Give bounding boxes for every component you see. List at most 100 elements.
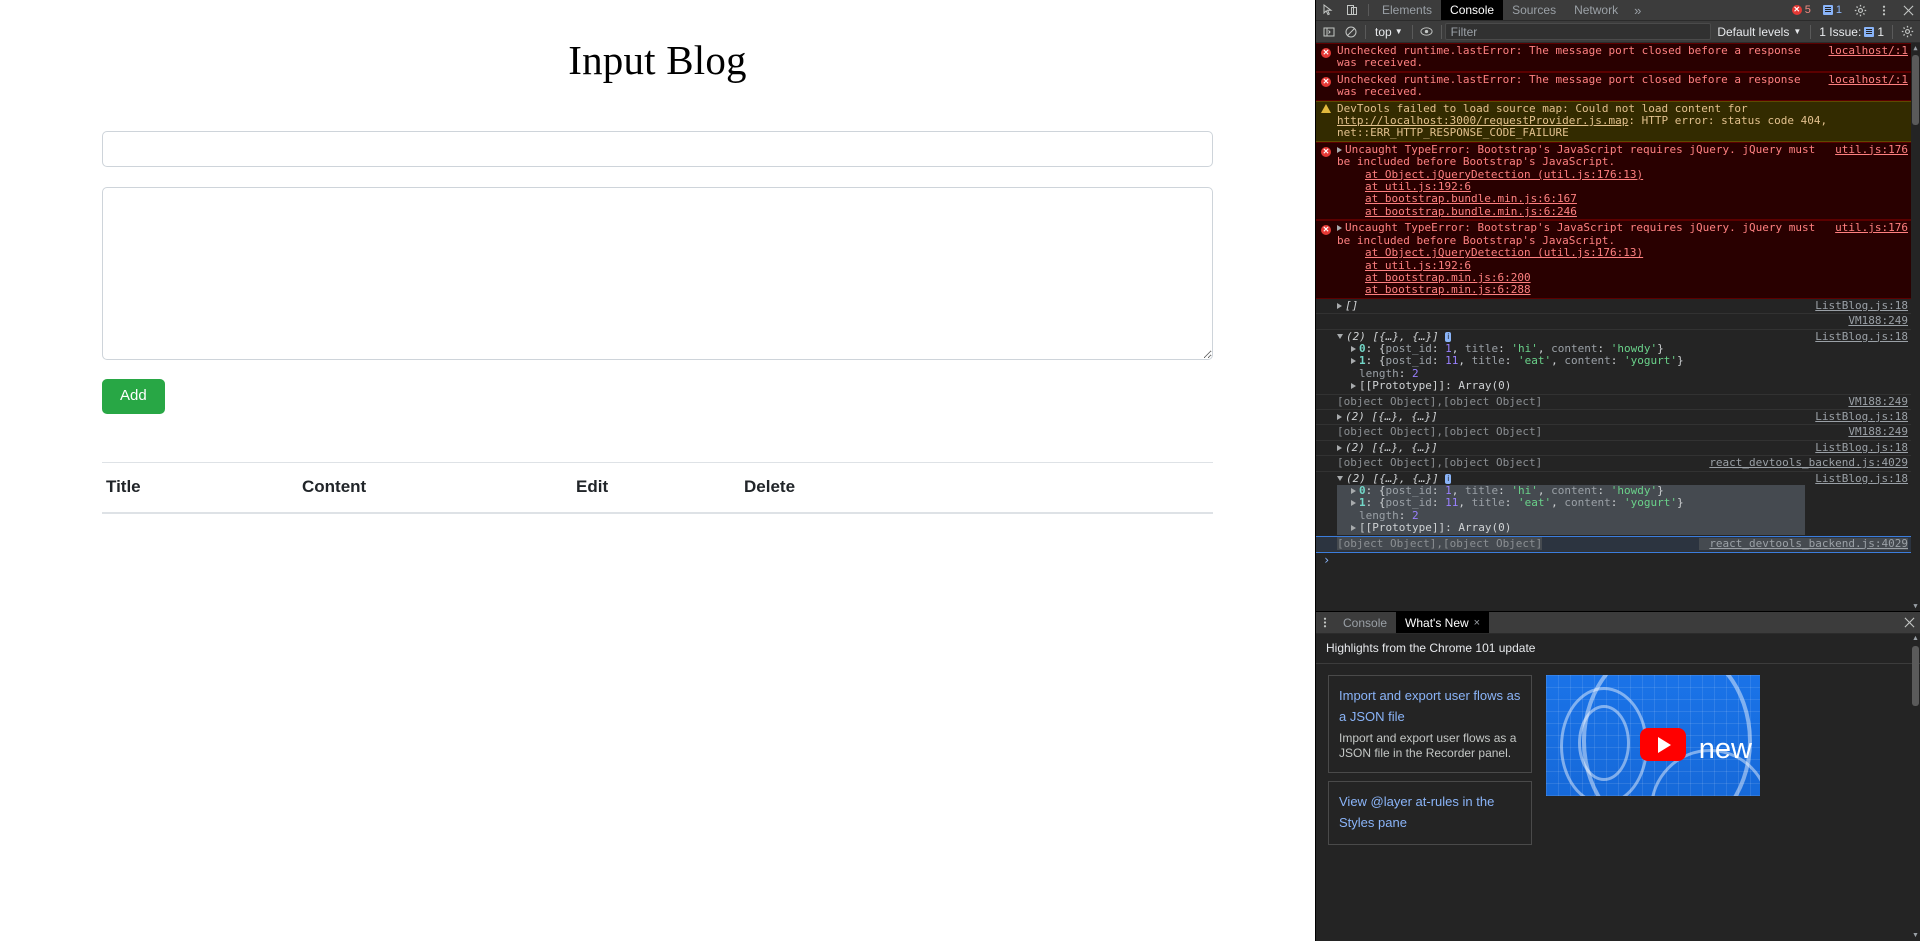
log-source-link[interactable]: util.js:176	[1825, 221, 1908, 234]
console-message-blank[interactable]: VM188:249	[1316, 314, 1920, 330]
console-message-array[interactable]: (2) [{…}, {…}] ListBlog.js:18	[1316, 410, 1920, 426]
log-source-link[interactable]: VM188:249	[1838, 395, 1908, 408]
expand-triangle-icon[interactable]	[1351, 345, 1356, 352]
console-message-array-expanded[interactable]: (2) [{…}, {…}] i 0: {post_id: 1, title: …	[1316, 330, 1920, 395]
tab-sources[interactable]: Sources	[1503, 0, 1565, 20]
console-message-object-string[interactable]: [object Object],[object Object] VM188:24…	[1316, 395, 1920, 410]
stack-frame[interactable]: at bootstrap.min.js:6:288	[1337, 283, 1825, 296]
card-title-link[interactable]: View @layer at-rules in the Styles pane	[1339, 791, 1521, 833]
log-source-link[interactable]: react_devtools_backend.js:4029	[1699, 537, 1908, 551]
log-source-link[interactable]: ListBlog.js:18	[1805, 410, 1908, 423]
log-level-selector[interactable]: Default levels ▼	[1711, 25, 1807, 39]
whats-new-scrollbar[interactable]: ▲ ▼	[1911, 634, 1920, 941]
console-sidebar-icon[interactable]	[1318, 22, 1340, 42]
whats-new-card[interactable]: View @layer at-rules in the Styles pane	[1328, 781, 1532, 845]
whats-new-card[interactable]: Import and export user flows as a JSON f…	[1328, 675, 1532, 773]
log-source-link[interactable]: localhost/:1	[1819, 73, 1908, 86]
close-icon[interactable]: ×	[1474, 617, 1480, 629]
card-title-link[interactable]: Import and export user flows as a JSON f…	[1339, 685, 1521, 727]
info-badge[interactable]: i	[1445, 331, 1452, 342]
log-source-link[interactable]: VM188:249	[1838, 314, 1908, 327]
console-message-object-string-selected[interactable]: [object Object],[object Object] react_de…	[1316, 535, 1920, 554]
tab-console[interactable]: Console	[1441, 0, 1504, 20]
tab-elements[interactable]: Elements	[1373, 0, 1441, 20]
expand-triangle-icon[interactable]	[1337, 302, 1342, 309]
content-textarea[interactable]	[102, 187, 1213, 360]
prototype-label: [[Prototype]]: Array(0)	[1359, 521, 1512, 535]
log-source-link[interactable]: util.js:176	[1825, 143, 1908, 156]
expand-triangle-icon[interactable]	[1337, 413, 1342, 420]
collapse-triangle-icon[interactable]	[1337, 334, 1343, 340]
console-prompt[interactable]: ›	[1316, 552, 1920, 568]
console-filter-input[interactable]: Filter	[1444, 23, 1712, 40]
whats-new-video-thumbnail[interactable]: new	[1546, 675, 1760, 796]
console-message-array[interactable]: (2) [{…}, {…}] ListBlog.js:18	[1316, 440, 1920, 457]
clear-console-icon[interactable]	[1340, 22, 1362, 42]
expand-triangle-icon[interactable]	[1351, 383, 1356, 390]
expand-triangle-icon[interactable]	[1351, 525, 1356, 532]
expand-triangle-icon[interactable]	[1337, 225, 1342, 232]
console-message-object-string[interactable]: [object Object],[object Object] react_de…	[1316, 456, 1920, 472]
execution-context-selector[interactable]: top ▼	[1369, 25, 1409, 39]
expand-triangle-icon[interactable]	[1351, 488, 1356, 494]
error-count-badge[interactable]: ✕ 5	[1788, 2, 1815, 18]
log-source-link[interactable]: ListBlog.js:18	[1805, 472, 1908, 485]
collapse-triangle-icon[interactable]	[1337, 476, 1343, 482]
console-message-error[interactable]: ✕ Uncaught TypeError: Bootstrap's JavaSc…	[1316, 141, 1920, 221]
expand-triangle-icon[interactable]	[1351, 358, 1356, 365]
message-count-badge[interactable]: 1	[1819, 2, 1846, 18]
stack-frame[interactable]: at bootstrap.bundle.min.js:6:167	[1337, 193, 1825, 206]
drawer-tab-whats-new[interactable]: What's New ×	[1396, 612, 1490, 633]
array-prototype-row[interactable]: [[Prototype]]: Array(0)	[1337, 521, 1806, 535]
live-expression-icon[interactable]	[1416, 22, 1438, 42]
console-scrollbar[interactable]: ▲ ▼	[1911, 43, 1920, 611]
log-source-link[interactable]: ListBlog.js:18	[1805, 441, 1908, 454]
expand-triangle-icon[interactable]	[1351, 500, 1356, 507]
more-tabs-icon[interactable]: »	[1627, 0, 1648, 20]
gear-icon[interactable]	[1848, 0, 1872, 20]
drawer-close-icon[interactable]	[1898, 612, 1920, 633]
inspect-element-icon[interactable]	[1316, 0, 1340, 20]
source-map-url[interactable]: http://localhost:3000/requestProvider.js…	[1337, 114, 1628, 127]
log-source-link[interactable]: ListBlog.js:18	[1805, 330, 1908, 343]
info-badge[interactable]: i	[1445, 473, 1452, 484]
console-log-list[interactable]: ✕ Unchecked runtime.lastError: The messa…	[1316, 43, 1920, 611]
console-message-array-expanded[interactable]: (2) [{…}, {…}] i 0: {post_id: 1, title: …	[1316, 472, 1920, 537]
stack-frame[interactable]: at bootstrap.bundle.min.js:6:246	[1337, 205, 1825, 218]
log-source-link[interactable]: react_devtools_backend.js:4029	[1699, 456, 1908, 469]
scrollbar-thumb[interactable]	[1912, 646, 1919, 706]
stack-frame[interactable]: at Object.jQueryDetection (util.js:176:1…	[1337, 246, 1825, 259]
drawer-tab-console[interactable]: Console	[1334, 612, 1396, 633]
console-settings-gear-icon[interactable]	[1896, 22, 1918, 42]
console-message-object-string[interactable]: [object Object],[object Object] VM188:24…	[1316, 425, 1920, 441]
device-toolbar-icon[interactable]	[1340, 0, 1364, 20]
add-button[interactable]: Add	[102, 379, 165, 414]
tab-network[interactable]: Network	[1565, 0, 1627, 20]
youtube-play-icon[interactable]	[1640, 728, 1686, 761]
log-text: (2) [{…}, {…}]	[1336, 440, 1805, 454]
console-message-warning[interactable]: DevTools failed to load source map: Coul…	[1316, 100, 1920, 142]
console-message-array[interactable]: [] ListBlog.js:18	[1316, 299, 1920, 315]
issues-icon	[1864, 26, 1875, 37]
close-icon[interactable]	[1896, 0, 1920, 20]
kebab-menu-icon[interactable]	[1316, 612, 1334, 633]
log-source-link[interactable]: VM188:249	[1838, 425, 1908, 438]
scroll-down-arrow-icon[interactable]: ▼	[1911, 931, 1920, 941]
scroll-up-arrow-icon[interactable]: ▲	[1911, 43, 1920, 53]
array-summary: (2) [{…}, {…}]	[1345, 440, 1438, 454]
log-source-link[interactable]: ListBlog.js:18	[1805, 299, 1908, 312]
console-message-error[interactable]: ✕ Unchecked runtime.lastError: The messa…	[1316, 43, 1920, 72]
console-message-error[interactable]: ✕ Uncaught TypeError: Bootstrap's JavaSc…	[1316, 220, 1920, 299]
scroll-up-arrow-icon[interactable]: ▲	[1911, 634, 1920, 644]
console-message-error[interactable]: ✕ Unchecked runtime.lastError: The messa…	[1316, 71, 1920, 101]
scrollbar-thumb[interactable]	[1912, 55, 1919, 125]
expand-triangle-icon[interactable]	[1337, 146, 1342, 153]
title-input[interactable]	[102, 131, 1213, 167]
scroll-down-arrow-icon[interactable]: ▼	[1911, 601, 1920, 611]
filterbar-divider-5	[1892, 24, 1893, 39]
array-prototype-row[interactable]: [[Prototype]]: Array(0)	[1337, 379, 1805, 392]
kebab-menu-icon[interactable]	[1872, 0, 1896, 20]
expand-triangle-icon[interactable]	[1337, 444, 1342, 451]
issues-counter[interactable]: 1 Issue: 1	[1814, 25, 1889, 39]
log-source-link[interactable]: localhost/:1	[1819, 44, 1908, 57]
